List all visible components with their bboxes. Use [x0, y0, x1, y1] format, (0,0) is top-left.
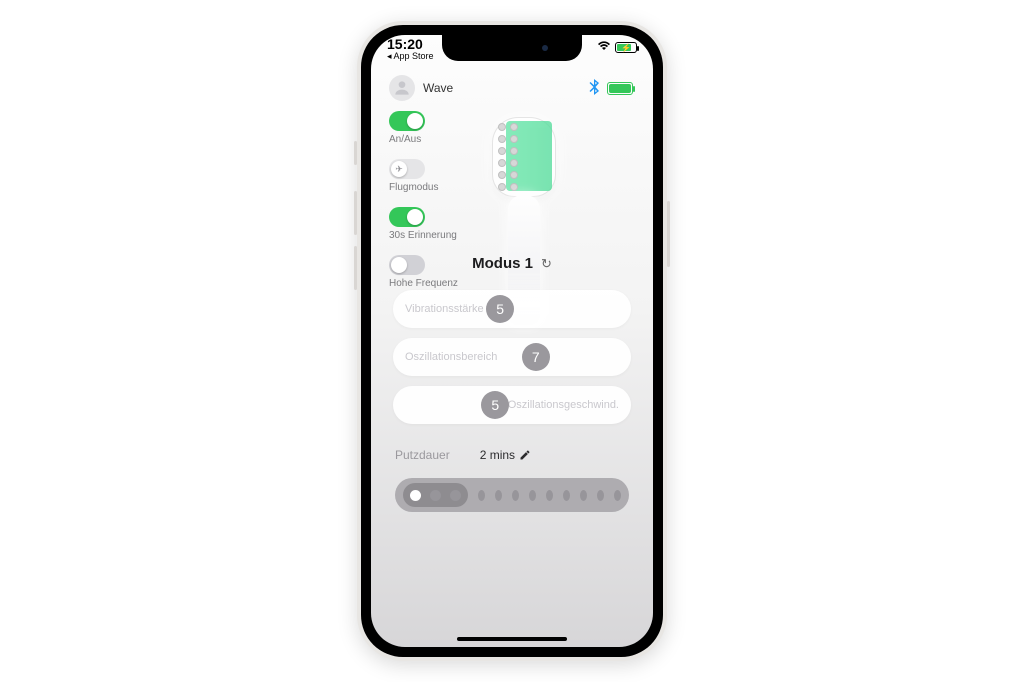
reminder-toggle[interactable] [389, 207, 425, 227]
osc-range-slider-knob[interactable]: 7 [522, 343, 550, 371]
power-label: An/Aus [389, 134, 421, 145]
mode-dot[interactable] [614, 490, 621, 501]
airplane-icon: ✈ [391, 161, 407, 177]
reminder-label: 30s Erinnerung [389, 230, 457, 241]
mode-dot [410, 490, 421, 501]
sliders-group: Vibrationsstärke 5 Oszillationsbereich 7… [389, 290, 635, 424]
highfreq-label: Hohe Frequenz [389, 278, 458, 289]
vibration-slider-label: Vibrationsstärke [405, 303, 484, 315]
mode-dot[interactable] [478, 490, 485, 501]
vibration-slider[interactable]: Vibrationsstärke 5 [393, 290, 631, 328]
vibration-slider-knob[interactable]: 5 [486, 295, 514, 323]
duration-value[interactable]: 2 mins [480, 448, 531, 462]
status-time: 15:20 [387, 37, 434, 52]
mode-dot [450, 490, 461, 501]
osc-speed-slider[interactable]: 5 Oszillationsgeschwind. [393, 386, 631, 424]
mode-dot[interactable] [512, 490, 519, 501]
avatar[interactable] [389, 75, 415, 101]
mode-dot[interactable] [529, 490, 536, 501]
mode-label: Modus 1 [472, 255, 533, 272]
device-battery-icon [607, 82, 633, 95]
duration-value-text: 2 mins [480, 448, 515, 462]
silence-switch [354, 141, 357, 165]
mode-dot[interactable] [495, 490, 502, 501]
refresh-icon[interactable]: ↻ [541, 256, 552, 272]
home-indicator[interactable] [457, 637, 567, 641]
edit-icon [519, 449, 531, 461]
duration-label: Putzdauer [395, 448, 450, 462]
mode-dot[interactable] [546, 490, 553, 501]
airplane-label: Flugmodus [389, 182, 438, 193]
wifi-icon [597, 41, 611, 54]
mode-dot[interactable] [597, 490, 604, 501]
volume-down-button [354, 246, 357, 290]
phone-frame: 15:20 ◂ App Store ⚡ Wave [357, 21, 667, 661]
brand-label: Wave [423, 81, 453, 95]
back-to-app-store[interactable]: ◂ App Store [387, 52, 434, 62]
volume-up-button [354, 191, 357, 235]
mode-selector[interactable] [395, 478, 629, 512]
osc-speed-slider-label: Oszillationsgeschwind. [508, 399, 619, 411]
airplane-toggle[interactable]: ✈ [389, 159, 425, 179]
status-battery-icon: ⚡ [615, 42, 637, 53]
mode-dot[interactable] [580, 490, 587, 501]
screen: 15:20 ◂ App Store ⚡ Wave [371, 35, 653, 647]
mode-dot [430, 490, 441, 501]
app-header: Wave [371, 75, 653, 107]
osc-range-slider[interactable]: Oszillationsbereich 7 [393, 338, 631, 376]
side-button [667, 201, 670, 267]
osc-range-slider-label: Oszillationsbereich [405, 351, 497, 363]
mode-segment-1[interactable] [403, 483, 468, 507]
mode-dot[interactable] [563, 490, 570, 501]
power-toggle[interactable] [389, 111, 425, 131]
notch [442, 35, 582, 61]
bluetooth-icon [589, 79, 599, 98]
phone-bezel: 15:20 ◂ App Store ⚡ Wave [361, 25, 663, 657]
osc-speed-slider-knob[interactable]: 5 [481, 391, 509, 419]
